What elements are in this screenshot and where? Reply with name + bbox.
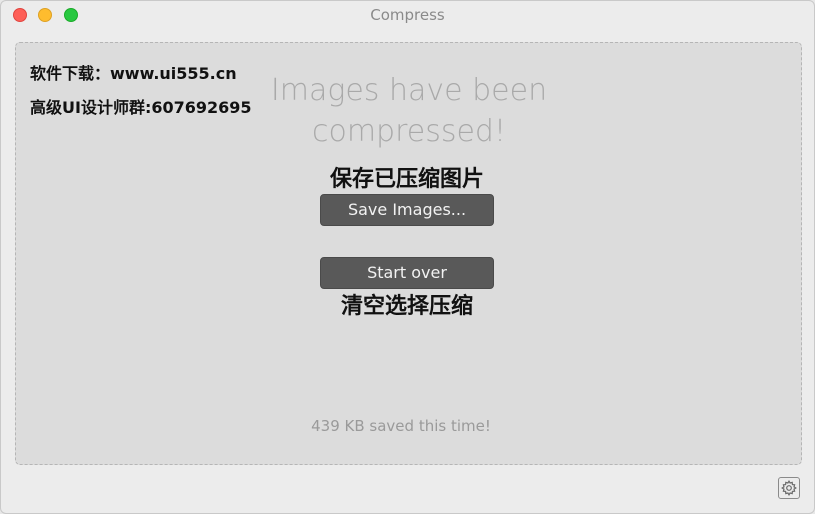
watermark-group-text: 高级UI设计师群:607692695 <box>30 98 252 117</box>
title-bar[interactable]: Compress <box>1 1 814 31</box>
window-title: Compress <box>370 6 445 24</box>
gear-icon <box>781 480 797 496</box>
saved-size-status: 439 KB saved this time! <box>311 417 491 435</box>
start-over-button[interactable]: Start over <box>320 257 494 289</box>
watermark-download-text: 软件下载：www.ui555.cn <box>30 64 237 83</box>
settings-button[interactable] <box>778 477 800 499</box>
status-headline: Images have been compressed! <box>270 73 548 149</box>
save-caption: 保存已压缩图片 <box>329 167 484 192</box>
app-window: Compress 软件下载：www.ui555.cn 高级UI设计师群:6076… <box>0 0 815 514</box>
start-over-caption: 清空选择压缩 <box>340 294 473 319</box>
save-images-button[interactable]: Save Images... <box>320 194 494 226</box>
